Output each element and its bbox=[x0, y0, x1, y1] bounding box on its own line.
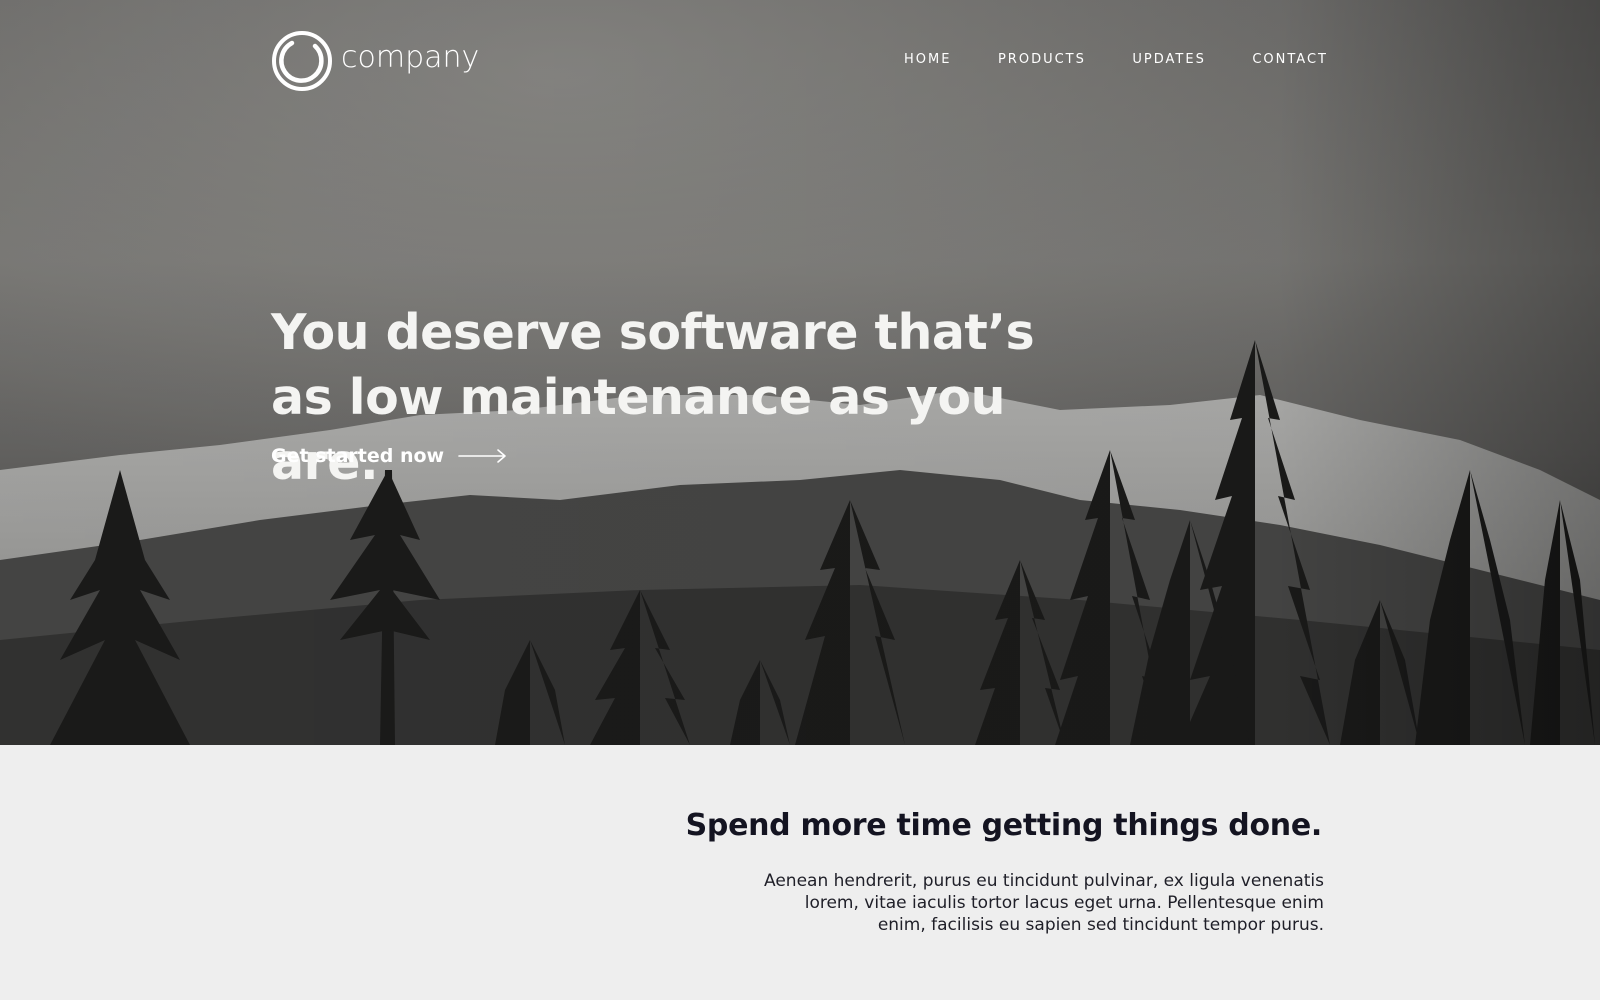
main-nav: HOME PRODUCTS UPDATES CONTACT bbox=[900, 50, 1332, 69]
hero-section: company HOME PRODUCTS UPDATES CONTACT Yo… bbox=[0, 0, 1600, 745]
get-started-link[interactable]: Get started now bbox=[271, 445, 508, 467]
feature-title: Spend more time getting things done. bbox=[685, 808, 1323, 843]
feature-body-text: Aenean hendrerit, purus eu tincidunt pul… bbox=[764, 871, 1324, 935]
get-started-label: Get started now bbox=[271, 445, 445, 467]
nav-item-contact[interactable]: CONTACT bbox=[1248, 50, 1332, 69]
nav-item-products[interactable]: PRODUCTS bbox=[994, 50, 1090, 69]
arrow-right-icon bbox=[458, 449, 506, 463]
logo-ring-icon bbox=[272, 31, 332, 91]
nav-item-home[interactable]: HOME bbox=[900, 50, 955, 69]
nav-item-updates[interactable]: UPDATES bbox=[1128, 50, 1209, 69]
company-logo-text: company bbox=[341, 39, 480, 75]
company-logo[interactable]: company bbox=[271, 30, 479, 92]
